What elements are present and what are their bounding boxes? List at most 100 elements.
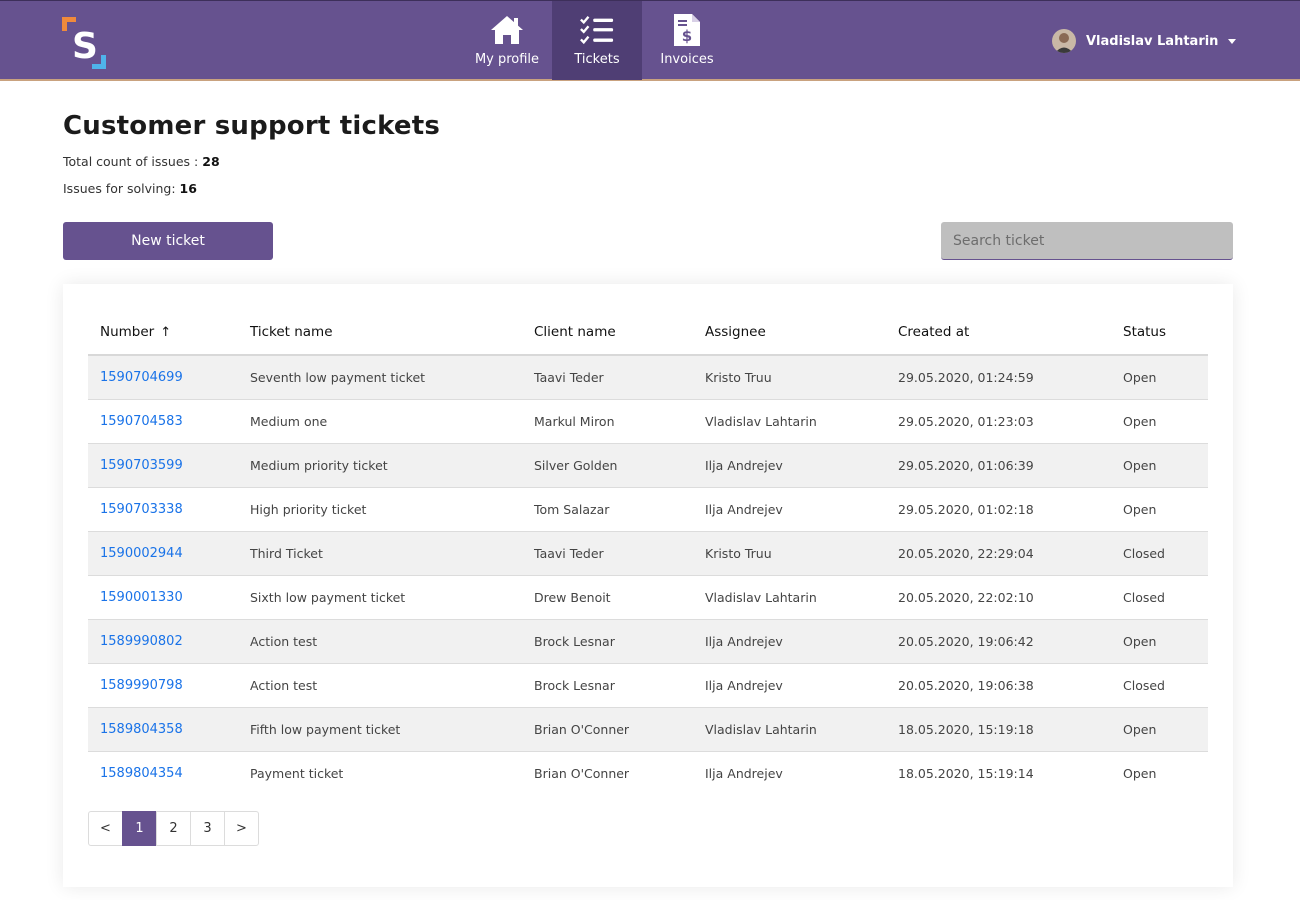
table-row[interactable]: 1590704583 Medium one Markul Miron Vladisla… [88, 399, 1208, 444]
assignee-cell: Ilja Andrejev [705, 765, 783, 781]
ticket-name-cell: Action test [238, 619, 522, 664]
table-header-row: Number ↑ Ticket name Client name Assignee… [88, 309, 1208, 356]
column-header-ticket-name[interactable]: Ticket name [238, 309, 522, 356]
tickets-table: Number ↑ Ticket name Client name Assignee… [88, 309, 1208, 795]
assignee-cell: Vladislav Lahtarin [693, 399, 886, 444]
page-title: Customer support tickets [63, 111, 441, 141]
column-header-created-at[interactable]: Created at [886, 309, 1111, 356]
ticket-number-cell: 1589804354 [88, 751, 238, 795]
ticket-number-cell: 1590703338 [88, 487, 238, 532]
ticket-number-link[interactable]: 1590703599 [100, 458, 183, 473]
pagination-page-3[interactable]: 3 [190, 811, 225, 846]
ticket-number-cell: 1589990798 [88, 663, 238, 708]
ticket-number-cell: 1589804358 [88, 707, 238, 752]
ticket-name-cell: Fifth low payment ticket [238, 707, 522, 752]
ticket-number-cell: 1590704583 [88, 399, 238, 444]
table-row[interactable]: 1590703338 High priority ticket Tom Salaza… [88, 487, 1208, 532]
created-at-cell: 29.05.2020, 01:23:03 [886, 399, 1111, 444]
status-cell: Closed [1111, 575, 1208, 620]
invoice-icon: $ [669, 13, 705, 47]
ticket-number-link[interactable]: 1589804358 [100, 722, 183, 737]
column-header-client-name[interactable]: Client name [522, 309, 693, 356]
assignee-cell: Ilja Andrejev [693, 443, 886, 488]
pagination-next-button[interactable]: > [224, 811, 259, 846]
pagination-page-1[interactable]: 1 [122, 811, 157, 846]
search-input[interactable] [941, 222, 1233, 260]
status-cell: Open [1111, 443, 1208, 488]
ticket-name-cell: Medium one [238, 399, 522, 444]
home-icon [489, 13, 525, 47]
status-cell: Closed [1111, 663, 1208, 708]
status-cell: Closed [1111, 531, 1208, 576]
avatar [1052, 29, 1076, 53]
nav-label-invoices: Invoices [660, 52, 714, 67]
table-row[interactable]: 1589990802 Action test Brock Lesnar Ilja An… [88, 619, 1208, 664]
ticket-number-link[interactable]: 1589990798 [100, 678, 183, 693]
created-at-cell: 18.05.2020, 15:19:18 [886, 707, 1111, 752]
created-at-cell: 29.05.2020, 01:06:39 [886, 443, 1111, 488]
ticket-number-link[interactable]: 1589804354 [100, 766, 183, 781]
issues-solving-label: Issues for solving: [63, 181, 176, 196]
ticket-name-cell: Payment ticket [250, 765, 344, 781]
client-name-cell: Brian O'Conner [522, 707, 693, 752]
ticket-number-link[interactable]: 1590704583 [100, 414, 183, 429]
sort-arrow-icon: ↑ [160, 324, 172, 340]
table-row[interactable]: 1589804358 Fifth low payment ticket Brian … [88, 707, 1208, 752]
pagination: < 1 2 3 > [88, 811, 259, 846]
created-at-cell: 20.05.2020, 19:06:42 [886, 619, 1111, 664]
user-name: Vladislav Lahtarin [1086, 33, 1219, 49]
nav-invoices[interactable]: $ Invoices [642, 1, 732, 80]
column-header-status[interactable]: Status [1111, 309, 1208, 356]
ticket-number-link[interactable]: 1589990802 [100, 634, 183, 649]
table-row[interactable]: 1590002944 Third Ticket Taavi Teder Kristo … [88, 531, 1208, 576]
ticket-number-cell: 1590001330 [88, 575, 238, 620]
table-row[interactable]: 1590704699 Seventh low payment ticket Taav… [88, 355, 1208, 400]
nav-label-tickets: Tickets [574, 52, 620, 67]
table-row[interactable]: 1589804354 Payment ticket Brian O'Conner Il… [88, 751, 1208, 795]
checklist-icon [579, 13, 615, 47]
status-cell: Open [1111, 487, 1208, 532]
total-issues-label: Total count of issues : [63, 154, 199, 169]
ticket-number-link[interactable]: 1590703338 [100, 502, 183, 517]
ticket-name-cell: Sixth low payment ticket [238, 575, 522, 620]
total-issues-stat: Total count of issues :28 [63, 154, 220, 169]
table-row[interactable]: 1590703599 Medium priority ticket Silver G… [88, 443, 1208, 488]
ticket-name-cell: Seventh low payment ticket [238, 355, 522, 400]
created-at-cell: 29.05.2020, 01:02:18 [886, 487, 1111, 532]
ticket-number-link[interactable]: 1590704699 [100, 370, 183, 385]
ticket-name-cell: High priority ticket [238, 487, 522, 532]
app-logo[interactable]: S [60, 15, 110, 71]
chevron-down-icon [1228, 38, 1237, 44]
client-name-cell: Brock Lesnar [522, 619, 693, 664]
ticket-number-link[interactable]: 1590002944 [100, 546, 183, 561]
assignee-cell: Vladislav Lahtarin [693, 707, 886, 752]
assignee-cell: Ilja Andrejev [693, 487, 886, 532]
assignee-cell: Kristo Truu [693, 355, 886, 400]
nav-my-profile[interactable]: My profile [462, 1, 552, 80]
column-header-assignee[interactable]: Assignee [693, 309, 886, 356]
svg-text:$: $ [682, 27, 692, 45]
svg-text:S: S [72, 26, 98, 67]
top-navbar: S My profile Tickets $ Invoices Vladisla… [0, 0, 1300, 81]
table-row[interactable]: 1589990798 Action test Brock Lesnar Ilja An… [88, 663, 1208, 708]
column-header-number[interactable]: Number ↑ [88, 309, 238, 356]
ticket-number-cell: 1590704699 [88, 355, 238, 400]
issues-solving-stat: Issues for solving: 16 [63, 181, 197, 196]
client-name-cell: Silver Golden [522, 443, 693, 488]
client-name-cell: Tom Salazar [522, 487, 693, 532]
nav-tickets[interactable]: Tickets [552, 1, 642, 80]
created-at-cell: 29.05.2020, 01:24:59 [886, 355, 1111, 400]
table-row[interactable]: 1590001330 Sixth low payment ticket Drew B… [88, 575, 1208, 620]
client-name-cell: Taavi Teder [522, 355, 693, 400]
user-menu[interactable]: Vladislav Lahtarin [1052, 29, 1237, 53]
client-name-cell: Markul Miron [522, 399, 693, 444]
client-name-cell: Taavi Teder [522, 531, 693, 576]
ticket-number-cell: 1589990802 [88, 619, 238, 664]
pagination-page-2[interactable]: 2 [156, 811, 191, 846]
new-ticket-button[interactable]: New ticket [63, 222, 273, 260]
assignee-cell: Kristo Truu [693, 531, 886, 576]
pagination-prev-button[interactable]: < [88, 811, 123, 846]
created-at-cell: 20.05.2020, 19:06:38 [886, 663, 1111, 708]
ticket-number-link[interactable]: 1590001330 [100, 590, 183, 605]
client-name-cell: Brock Lesnar [522, 663, 693, 708]
